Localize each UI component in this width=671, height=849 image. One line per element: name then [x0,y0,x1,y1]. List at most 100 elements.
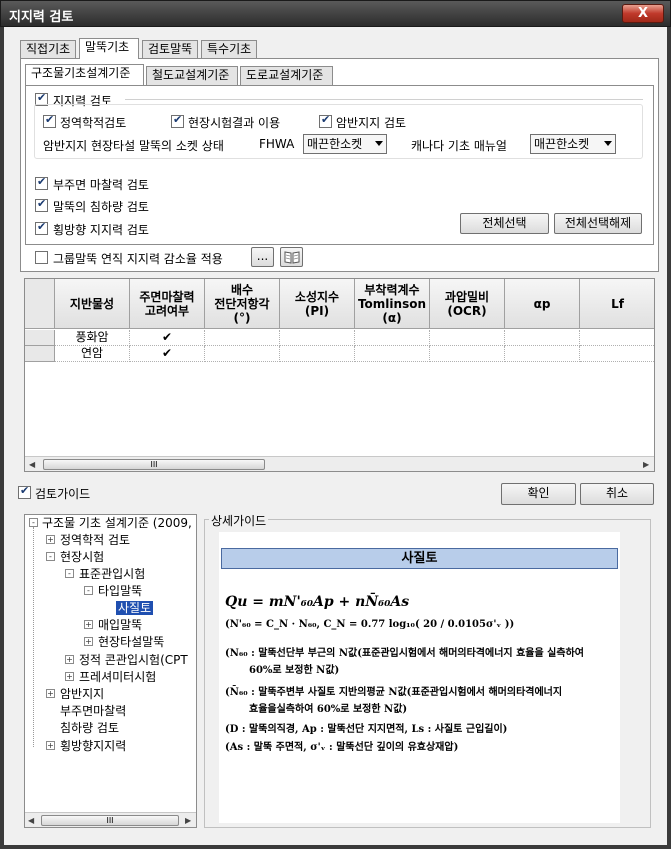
tree-expand-icon[interactable]: - [84,586,93,595]
canada-socket-value: 매끈한소켓 [534,137,590,151]
cell-empty[interactable] [505,330,580,346]
grid-header-pi[interactable]: 소성지수 (PI) [280,279,355,329]
socket-condition-label: 암반지지 현장타설 말뚝의 소켓 상태 [43,139,224,153]
tree-node[interactable]: 매입말뚝 [98,618,142,632]
header-text: 과압밀비 [444,289,490,304]
grid-horizontal-scrollbar[interactable]: ◀ III ▶ [25,456,654,471]
tab-structure-standard[interactable]: 구조물기초설계기준 [25,64,144,85]
cancel-button[interactable]: 취소 [580,483,654,505]
doc-heading: 사질토 [221,548,618,569]
header-text: (PI) [304,303,330,318]
tree-expand-icon[interactable]: + [65,672,74,681]
cell-empty[interactable] [430,330,505,346]
cell-friction-check[interactable]: ✔ [130,330,205,346]
canada-socket-select[interactable]: 매끈한소켓 [530,134,616,154]
fhwa-socket-value: 매끈한소켓 [307,137,363,151]
grid-header-lf[interactable]: Lf [580,279,654,329]
fhwa-socket-select[interactable]: 매끈한소켓 [303,134,387,154]
cell-empty[interactable] [280,346,355,362]
tree-expand-icon[interactable]: - [65,569,74,578]
tree-node[interactable]: 정역학적 검토 [60,533,130,547]
cell-empty[interactable] [205,330,280,346]
field-result-checkbox[interactable] [171,113,184,128]
tab-direct-foundation[interactable]: 직접기초 [20,40,76,59]
scroll-thumb[interactable]: III [41,815,179,826]
book-help-button[interactable] [280,247,303,267]
header-text: (α) [382,310,402,325]
cell-empty[interactable] [580,346,654,362]
settlement-checkbox[interactable] [35,197,48,212]
grid-header-friction[interactable]: 주면마찰력 고려여부 [130,279,205,329]
cell-friction-check[interactable]: ✔ [130,346,205,362]
grid-header-shear-angle[interactable]: 배수 전단저항각 (°) [205,279,280,329]
tree-expand-icon[interactable]: + [65,655,74,664]
grid-header-adhesion[interactable]: 부착력계수 Tomlinson (α) [355,279,430,329]
tree-expand-icon[interactable]: + [46,535,55,544]
row-header[interactable] [25,346,55,362]
cell-empty[interactable] [280,330,355,346]
tab-special-foundation[interactable]: 특수기초 [201,40,257,59]
scroll-right-icon[interactable]: ▶ [185,816,191,825]
more-options-button[interactable]: ... [251,247,274,267]
settlement-label: 말뚝의 침하량 검토 [53,200,149,214]
scroll-thumb[interactable]: III [43,459,265,470]
grid-header-ocr[interactable]: 과압밀비 (OCR) [430,279,505,329]
row-header[interactable] [25,330,55,346]
tab-pile-foundation[interactable]: 말뚝기초 [79,38,139,59]
lateral-checkbox[interactable] [35,220,48,235]
tree-expand-icon[interactable]: - [46,552,55,561]
tree-node[interactable]: 침하량 검토 [60,721,119,735]
tree-expand-icon[interactable]: + [84,637,93,646]
tab-road-bridge-standard[interactable]: 도로교설계기준 [240,66,333,85]
tree-node[interactable]: 표준관입시험 [79,567,145,581]
tree-node[interactable]: 구조물 기초 설계기준 (2009, [42,516,192,530]
negative-friction-checkbox[interactable] [35,175,48,190]
tree-node-selected[interactable]: 사질토 [116,601,154,615]
tree-expand-icon[interactable]: - [29,518,38,527]
cell-empty[interactable] [580,330,654,346]
review-guide-checkbox[interactable] [18,484,31,499]
tree-expand-icon[interactable]: + [84,620,93,629]
tree-expand-icon[interactable]: + [46,689,55,698]
ok-button[interactable]: 확인 [501,483,576,505]
doc-formula: Qu = mN'₆₀Ap + nN̄₆₀As [225,594,410,610]
deselect-all-button[interactable]: 전체선택해제 [554,213,642,234]
grid-header-alpha-p[interactable]: αp [505,279,580,329]
tab-review-pile[interactable]: 검토말뚝 [142,40,198,59]
tab-railway-standard[interactable]: 철도교설계기준 [146,66,238,85]
close-button[interactable]: X [622,4,664,23]
tree-node[interactable]: 현장시험 [60,550,104,564]
doc-line: 효율을실측하여 60%로 보정한 N값) [249,704,408,715]
detail-guide-label: 상세가이드 [209,512,269,529]
cell-empty[interactable] [355,330,430,346]
tree-node[interactable]: 부주면마찰력 [60,704,126,718]
grid-header-soil[interactable]: 지반물성 [55,279,130,329]
cell-soil[interactable]: 풍화암 [55,330,130,346]
tree-node[interactable]: 타입말뚝 [98,584,142,598]
static-check-checkbox[interactable] [43,113,56,128]
chevron-down-icon [375,141,383,146]
tree-node[interactable]: 프레셔미터시험 [79,670,156,684]
tree-horizontal-scrollbar[interactable]: ◀ III ▶ [25,812,196,827]
cell-empty[interactable] [505,346,580,362]
scroll-right-icon[interactable]: ▶ [643,460,649,469]
tree-node[interactable]: 횡방향지지력 [60,739,126,753]
rock-check-checkbox[interactable] [319,113,332,128]
title-bar: 지지력 검토 X [0,0,671,27]
group-reduction-checkbox[interactable] [35,251,48,264]
scroll-left-icon[interactable]: ◀ [28,816,34,825]
select-all-button[interactable]: 전체선택 [460,213,549,234]
cell-empty[interactable] [430,346,505,362]
scroll-left-icon[interactable]: ◀ [29,460,35,469]
cell-empty[interactable] [355,346,430,362]
book-icon [284,251,299,264]
doc-line: (N'₆₀ = C_N · N₆₀, C_N = 0.77 log₁₀( 20 … [225,619,515,630]
cell-empty[interactable] [205,346,280,362]
tree-node[interactable]: 현장타설말뚝 [98,635,164,649]
tree-node[interactable]: 정적 콘관입시험(CPT [79,653,188,667]
soil-property-grid: 지반물성 주면마찰력 고려여부 배수 전단저항각 (°) 소성지수 (PI) 부착력계수… [24,278,655,472]
header-text: 주면마찰력 [139,289,195,304]
cell-soil[interactable]: 연암 [55,346,130,362]
tree-expand-icon[interactable]: + [46,741,55,750]
tree-node[interactable]: 암반지지 [60,687,104,701]
